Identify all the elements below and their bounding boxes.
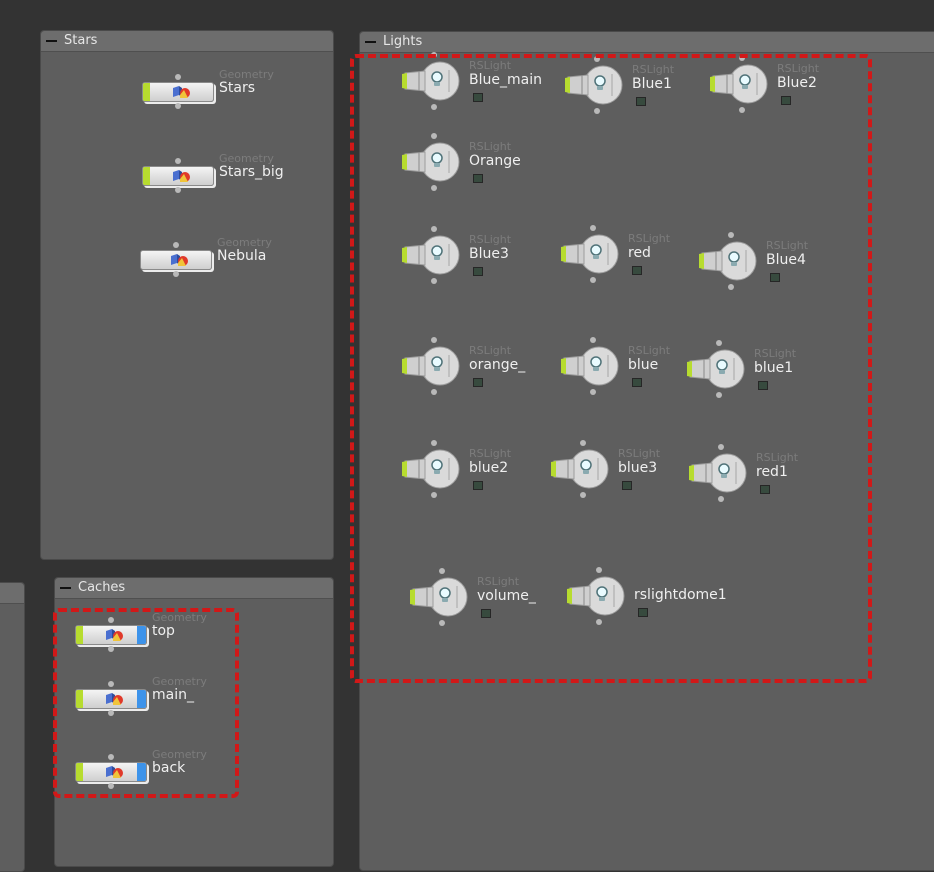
selection-rectangle-caches [53,608,239,798]
geometry-node[interactable]: Geometry Stars_big [142,152,284,193]
network-box-caches-header[interactable]: Caches [55,578,333,599]
display-flag[interactable] [143,167,150,185]
output-connector[interactable] [175,103,181,109]
network-box-partial-header [0,583,24,604]
geometry-icon [171,254,188,266]
node-name-label: Stars [219,80,256,96]
node-name-label: Stars_big [219,164,284,180]
geometry-icon [173,170,190,182]
input-connector[interactable] [175,158,181,164]
geometry-node-body[interactable] [140,250,212,270]
input-connector[interactable] [175,74,181,80]
network-box-partial [0,582,25,872]
network-box-stars[interactable]: Stars Geometry Stars Geometry Stars_big Geom… [40,30,334,560]
geometry-icon [173,86,190,98]
network-box-lights-header[interactable]: Lights [360,32,934,53]
collapse-icon[interactable] [46,40,57,42]
geometry-node-body[interactable] [142,82,214,102]
selection-rectangle-lights [350,54,872,683]
network-box-stars-title: Stars [64,33,98,48]
network-box-lights-title: Lights [383,34,423,49]
input-connector[interactable] [173,242,179,248]
network-box-stars-header[interactable]: Stars [41,31,333,52]
output-connector[interactable] [173,271,179,277]
geometry-node-body[interactable] [142,166,214,186]
network-box-caches-title: Caches [78,580,126,595]
display-flag[interactable] [143,83,150,101]
geometry-node[interactable]: Geometry Stars [142,68,274,109]
collapse-icon[interactable] [365,41,376,43]
geometry-node[interactable]: Geometry Nebula [140,236,272,277]
node-name-label: Nebula [217,248,267,264]
output-connector[interactable] [175,187,181,193]
collapse-icon[interactable] [60,587,71,589]
